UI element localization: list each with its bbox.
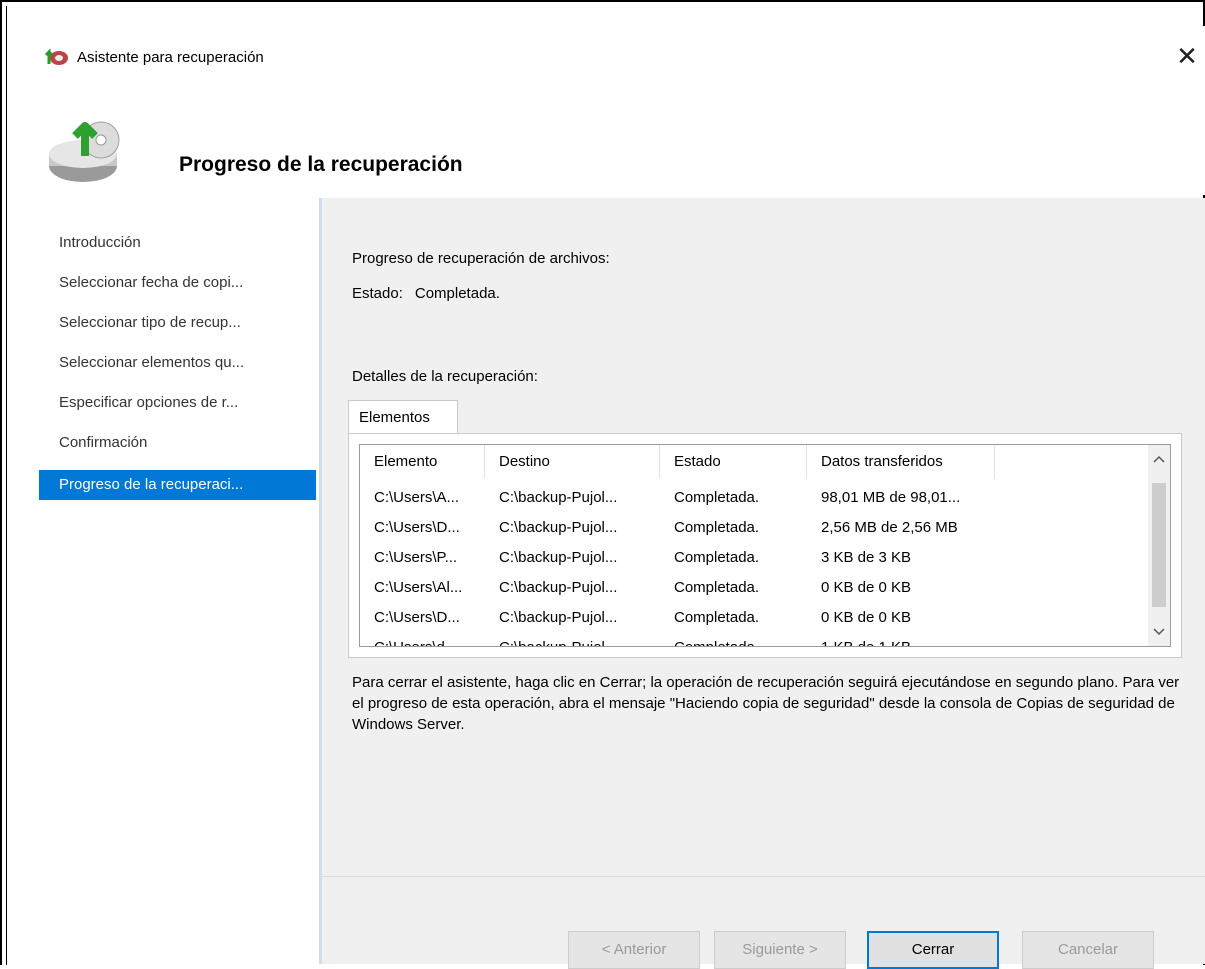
column-header-datos[interactable]: Datos transferidos	[807, 445, 995, 479]
nav-step-select-date[interactable]: Seleccionar fecha de copi...	[39, 268, 316, 298]
tab-elementos[interactable]: Elementos	[348, 400, 458, 434]
status-row: Estado: Completada.	[352, 285, 500, 302]
wizard-window: Asistente para recuperación ✕ Progreso d…	[6, 6, 1205, 969]
vertical-scrollbar[interactable]	[1148, 445, 1170, 646]
nav-step-introduction[interactable]: Introducción	[39, 228, 316, 258]
progress-label: Progreso de recuperación de archivos:	[352, 250, 610, 267]
main-content: Progreso de recuperación de archivos: Es…	[320, 198, 1205, 969]
status-value: Completada.	[414, 285, 500, 302]
cell-datos: 0 KB de 0 KB	[821, 609, 912, 626]
table-row[interactable]: C:\Users\P... C:\backup-Pujol... Complet…	[360, 543, 1150, 573]
wizard-dialog: Asistente para recuperación ✕ Progreso d…	[31, 26, 1205, 969]
column-header-elemento[interactable]: Elemento	[360, 445, 485, 479]
table-row[interactable]: C:\Users\A... C:\backup-Pujol... Complet…	[360, 483, 1150, 513]
cancel-button[interactable]: Cancelar	[1022, 931, 1154, 969]
cell-destino: C:\backup-Pujol...	[499, 609, 618, 626]
table-row[interactable]: C:\Users\D... C:\backup-Pujol... Complet…	[360, 513, 1150, 543]
status-label: Estado:	[352, 285, 403, 302]
cell-datos: 2,56 MB de 2,56 MB	[821, 519, 958, 536]
table-row[interactable]: C:\Users\Al... C:\backup-Pujol... Comple…	[360, 573, 1150, 603]
table-row[interactable]: C:\Users\d... C:\backup-Pujol... Complet…	[360, 633, 1150, 646]
footer-divider	[322, 876, 1205, 877]
column-header-destino[interactable]: Destino	[485, 445, 660, 479]
close-button[interactable]: Cerrar	[867, 931, 999, 969]
page-title: Progreso de la recuperación	[179, 153, 463, 176]
disk-restore-icon	[45, 110, 125, 190]
cell-elemento: C:\Users\A...	[374, 489, 460, 506]
cell-elemento: C:\Users\Al...	[374, 579, 463, 596]
nav-step-select-type[interactable]: Seleccionar tipo de recup...	[39, 308, 316, 338]
cell-destino: C:\backup-Pujol...	[485, 633, 660, 646]
column-header-estado[interactable]: Estado	[660, 445, 807, 479]
nav-step-progress[interactable]: Progreso de la recuperaci...	[39, 470, 316, 500]
wizard-steps: Introducción Seleccionar fecha de copi..…	[39, 198, 320, 964]
nav-step-select-items[interactable]: Seleccionar elementos qu...	[39, 348, 316, 378]
cell-estado: Completada.	[660, 633, 807, 646]
cell-estado: Completada.	[674, 579, 760, 596]
table-row[interactable]: C:\Users\D... C:\backup-Pujol... Complet…	[360, 603, 1150, 633]
wizard-header: Progreso de la recuperación	[31, 90, 1205, 195]
cell-datos: 0 KB de 0 KB	[821, 579, 912, 596]
nav-step-confirmation[interactable]: Confirmación	[39, 428, 316, 458]
cell-estado: Completada.	[674, 489, 760, 506]
back-button[interactable]: < Anterior	[568, 931, 700, 969]
chevron-down-icon[interactable]	[1148, 622, 1170, 642]
cell-destino: C:\backup-Pujol...	[499, 549, 618, 566]
scroll-thumb[interactable]	[1152, 483, 1166, 607]
backup-restore-icon	[44, 46, 69, 66]
title-bar: Asistente para recuperación ✕	[31, 26, 1205, 90]
cell-datos: 98,01 MB de 98,01...	[821, 489, 961, 506]
cell-destino: C:\backup-Pujol...	[499, 579, 618, 596]
nav-step-options[interactable]: Especificar opciones de r...	[39, 388, 316, 418]
next-button[interactable]: Siguiente >	[714, 931, 846, 969]
details-label: Detalles de la recuperación:	[352, 368, 538, 385]
cell-elemento: C:\Users\D...	[374, 609, 460, 626]
cell-datos: 3 KB de 3 KB	[821, 549, 912, 566]
cell-estado: Completada.	[674, 519, 760, 536]
cell-elemento: C:\Users\P...	[374, 549, 458, 566]
list-header: Elemento Destino Estado Datos transferid…	[360, 445, 1150, 479]
cell-elemento: C:\Users\d...	[360, 633, 485, 646]
tab-panel: Elemento Destino Estado Datos transferid…	[348, 433, 1182, 658]
window-title: Asistente para recuperación	[77, 49, 264, 66]
info-text: Para cerrar el asistente, haga clic en C…	[352, 674, 1180, 733]
cell-elemento: C:\Users\D...	[374, 519, 460, 536]
cell-estado: Completada.	[674, 549, 760, 566]
chevron-up-icon[interactable]	[1148, 449, 1170, 469]
close-icon[interactable]: ✕	[1167, 38, 1205, 74]
cell-datos: 1 KB de 1 KB	[807, 633, 1007, 646]
cell-estado: Completada.	[674, 609, 760, 626]
cell-destino: C:\backup-Pujol...	[499, 489, 618, 506]
items-list[interactable]: Elemento Destino Estado Datos transferid…	[359, 444, 1171, 647]
cell-destino: C:\backup-Pujol...	[499, 519, 618, 536]
